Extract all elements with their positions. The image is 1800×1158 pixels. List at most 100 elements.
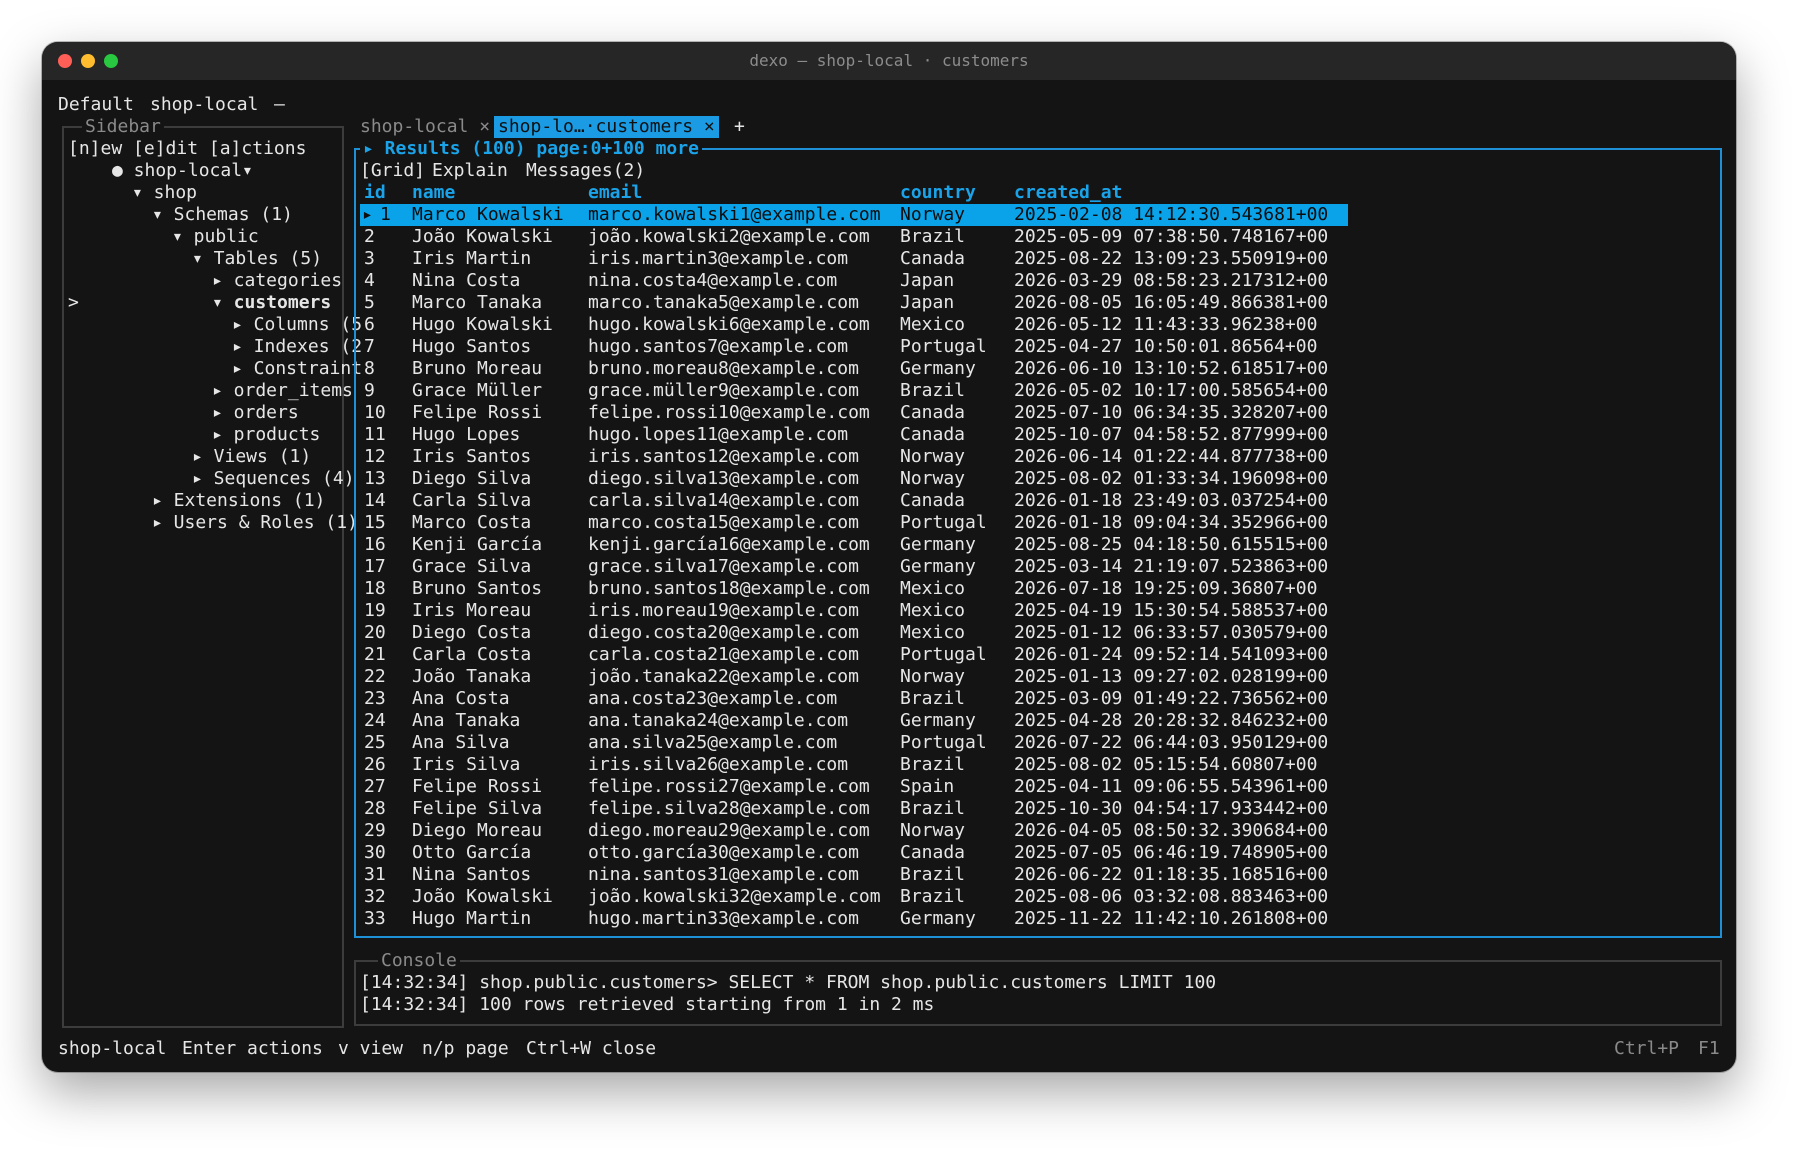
cell-email: felipe.silva28@example.com [588, 798, 870, 819]
table-row[interactable]: 8 Bruno Moreau bruno.moreau8@example.com Ge… [360, 358, 1348, 380]
tree-node[interactable]: ▸ categories [212, 270, 342, 292]
tree-node[interactable]: ▸ Views (1) [192, 446, 311, 468]
table-row[interactable]: 28 Felipe Silva felipe.silva28@example.com… [360, 798, 1348, 820]
table-row[interactable]: 25 Ana Silva ana.silva25@example.com Portug… [360, 732, 1348, 754]
cell-id: 14 [364, 490, 386, 511]
table-row[interactable]: 17 Grace Silva grace.silva17@example.com Ge… [360, 556, 1348, 578]
table-row[interactable]: 10 Felipe Rossi felipe.rossi10@example.com… [360, 402, 1348, 424]
profile-label[interactable]: Default [58, 94, 134, 116]
tab-shop-local[interactable]: shop-local × [360, 116, 490, 138]
column-header-id[interactable]: id [364, 182, 386, 204]
cell-email: marco.tanaka5@example.com [588, 292, 859, 313]
table-row[interactable]: 16 Kenji García kenji.garcía16@example.com… [360, 534, 1348, 556]
table-row[interactable]: 19 Iris Moreau iris.moreau19@example.com Me… [360, 600, 1348, 622]
tree-node[interactable]: ▾ public [172, 226, 259, 248]
cell-created-at: 2026-05-12 11:43:33.96238+00 [1014, 314, 1318, 335]
connection-label[interactable]: shop-local [150, 94, 258, 116]
cell-created-at: 2025-08-22 13:09:23.550919+00 [1014, 248, 1329, 269]
cell-country: Mexico [900, 314, 966, 335]
cell-id: 23 [364, 688, 386, 709]
tree-node[interactable]: ▸ Users & Roles (1) [152, 512, 358, 534]
tree-node[interactable]: ▾ Tables (5) [192, 248, 322, 270]
cell-country: Canada [900, 490, 966, 511]
cell-created-at: 2026-05-02 10:17:00.585654+00 [1014, 380, 1329, 401]
table-row[interactable]: 23 Ana Costa ana.costa23@example.com Brazil… [360, 688, 1348, 710]
cell-name: Hugo Santos [412, 336, 532, 357]
cell-id: 30 [364, 842, 386, 863]
cell-created-at: 2026-01-18 23:49:03.037254+00 [1014, 490, 1329, 511]
table-row[interactable]: 11 Hugo Lopes hugo.lopes11@example.com Cana… [360, 424, 1348, 446]
tree-node[interactable]: ▸ order_items [212, 380, 353, 402]
cell-name: Kenji García [412, 534, 543, 555]
cell-email: carla.silva14@example.com [588, 490, 859, 511]
table-row[interactable]: 31 Nina Santos nina.santos31@example.com Br… [360, 864, 1348, 886]
tab-grid[interactable]: [Grid] [360, 160, 425, 182]
tree-node[interactable]: ▾ shop [132, 182, 197, 204]
column-header-name[interactable]: name [412, 182, 455, 204]
table-row[interactable]: 4 Nina Costa nina.costa4@example.com Japan 2… [360, 270, 1348, 292]
table-row[interactable]: 12 Iris Santos iris.santos12@example.com No… [360, 446, 1348, 468]
cell-email: felipe.rossi10@example.com [588, 402, 870, 423]
tab-customers[interactable]: shop-lo…·customers × [494, 116, 719, 138]
results-legend: ▸ Results (100) page:0+100 more [360, 138, 702, 160]
cell-created-at: 2025-04-28 20:28:32.846232+00 [1014, 710, 1329, 731]
cell-name: Hugo Lopes [412, 424, 521, 445]
table-row[interactable]: 2 João Kowalski joão.kowalski2@example.com… [360, 226, 1348, 248]
table-row[interactable]: 21 Carla Costa carla.costa21@example.com Po… [360, 644, 1348, 666]
tree-node[interactable]: ▸ products [212, 424, 320, 446]
table-row[interactable]: ▸ 1 Marco Kowalski marco.kowalski1@example.… [360, 204, 1348, 226]
table-row[interactable]: 33 Hugo Martin hugo.martin33@example.com Ge… [360, 908, 1348, 930]
tree-node[interactable]: ▾ Schemas (1) [152, 204, 293, 226]
table-row[interactable]: 14 Carla Silva carla.silva14@example.com Ca… [360, 490, 1348, 512]
cell-id: 13 [364, 468, 386, 489]
table-row[interactable]: 9 Grace Müller grace.müller9@example.com Br… [360, 380, 1348, 402]
tab-messages[interactable]: Messages(2) [526, 160, 645, 182]
tree-node[interactable]: ● shop-local▾ [112, 160, 253, 182]
table-row[interactable]: 13 Diego Silva diego.silva13@example.com No… [360, 468, 1348, 490]
terminal-window: dexo — shop-local · customers Default sh… [42, 42, 1736, 1072]
cell-id: 18 [364, 578, 386, 599]
cell-id: 7 [364, 336, 375, 357]
cell-id: 32 [364, 886, 386, 907]
table-row[interactable]: 3 Iris Martin iris.martin3@example.com Cana… [360, 248, 1348, 270]
tree-node[interactable]: ▾ customers [212, 292, 331, 314]
tree-node[interactable]: ▸ Sequences (4) [192, 468, 355, 490]
tree-node[interactable]: ▸ orders [212, 402, 299, 424]
tree-node[interactable]: ▸ Indexes (2 [232, 336, 362, 358]
column-header-created-at[interactable]: created_at [1014, 182, 1122, 204]
cell-country: Portugal [900, 644, 987, 665]
table-row[interactable]: 18 Bruno Santos bruno.santos18@example.com… [360, 578, 1348, 600]
cell-email: diego.moreau29@example.com [588, 820, 870, 841]
add-tab-button[interactable]: + [734, 116, 745, 138]
cell-id: 26 [364, 754, 386, 775]
tab-explain[interactable]: Explain [432, 160, 508, 182]
table-row[interactable]: 22 João Tanaka joão.tanaka22@example.com No… [360, 666, 1348, 688]
table-row[interactable]: 29 Diego Moreau diego.moreau29@example.com… [360, 820, 1348, 842]
table-row[interactable]: 6 Hugo Kowalski hugo.kowalski6@example.com… [360, 314, 1348, 336]
table-row[interactable]: 20 Diego Costa diego.costa20@example.com Me… [360, 622, 1348, 644]
table-row[interactable]: 30 Otto García otto.garcía30@example.com Ca… [360, 842, 1348, 864]
tree-node[interactable]: ▸ Extensions (1) [152, 490, 325, 512]
cell-created-at: 2025-10-07 04:58:52.877999+00 [1014, 424, 1329, 445]
table-row[interactable]: 32 João Kowalski joão.kowalski32@example.c… [360, 886, 1348, 908]
table-row[interactable]: 5 Marco Tanaka marco.tanaka5@example.com Ja… [360, 292, 1348, 314]
tree-node[interactable]: ▸ Columns (5 [232, 314, 362, 336]
table-row[interactable]: 7 Hugo Santos hugo.santos7@example.com Port… [360, 336, 1348, 358]
sidebar-menu[interactable]: [n]ew [e]dit [a]ctions [68, 138, 306, 160]
tree-node[interactable]: ▸ Constraint [232, 358, 362, 380]
cell-created-at: 2025-04-11 09:06:55.543961+00 [1014, 776, 1329, 797]
cell-country: Norway [900, 468, 966, 489]
cell-email: grace.silva17@example.com [588, 556, 859, 577]
cell-email: hugo.kowalski6@example.com [588, 314, 870, 335]
cell-created-at: 2026-07-22 06:44:03.950129+00 [1014, 732, 1329, 753]
cell-name: Iris Silva [412, 754, 521, 775]
table-row[interactable]: 15 Marco Costa marco.costa15@example.com Po… [360, 512, 1348, 534]
table-row[interactable]: 27 Felipe Rossi felipe.rossi27@example.com… [360, 776, 1348, 798]
table-row[interactable]: 26 Iris Silva iris.silva26@example.com Braz… [360, 754, 1348, 776]
cell-country: Japan [900, 292, 955, 313]
table-row[interactable]: 24 Ana Tanaka ana.tanaka24@example.com Germ… [360, 710, 1348, 732]
column-header-country[interactable]: country [900, 182, 976, 204]
tab-shop-local-close-icon[interactable]: × [479, 116, 490, 137]
column-header-email[interactable]: email [588, 182, 642, 204]
cell-id: 19 [364, 600, 386, 621]
